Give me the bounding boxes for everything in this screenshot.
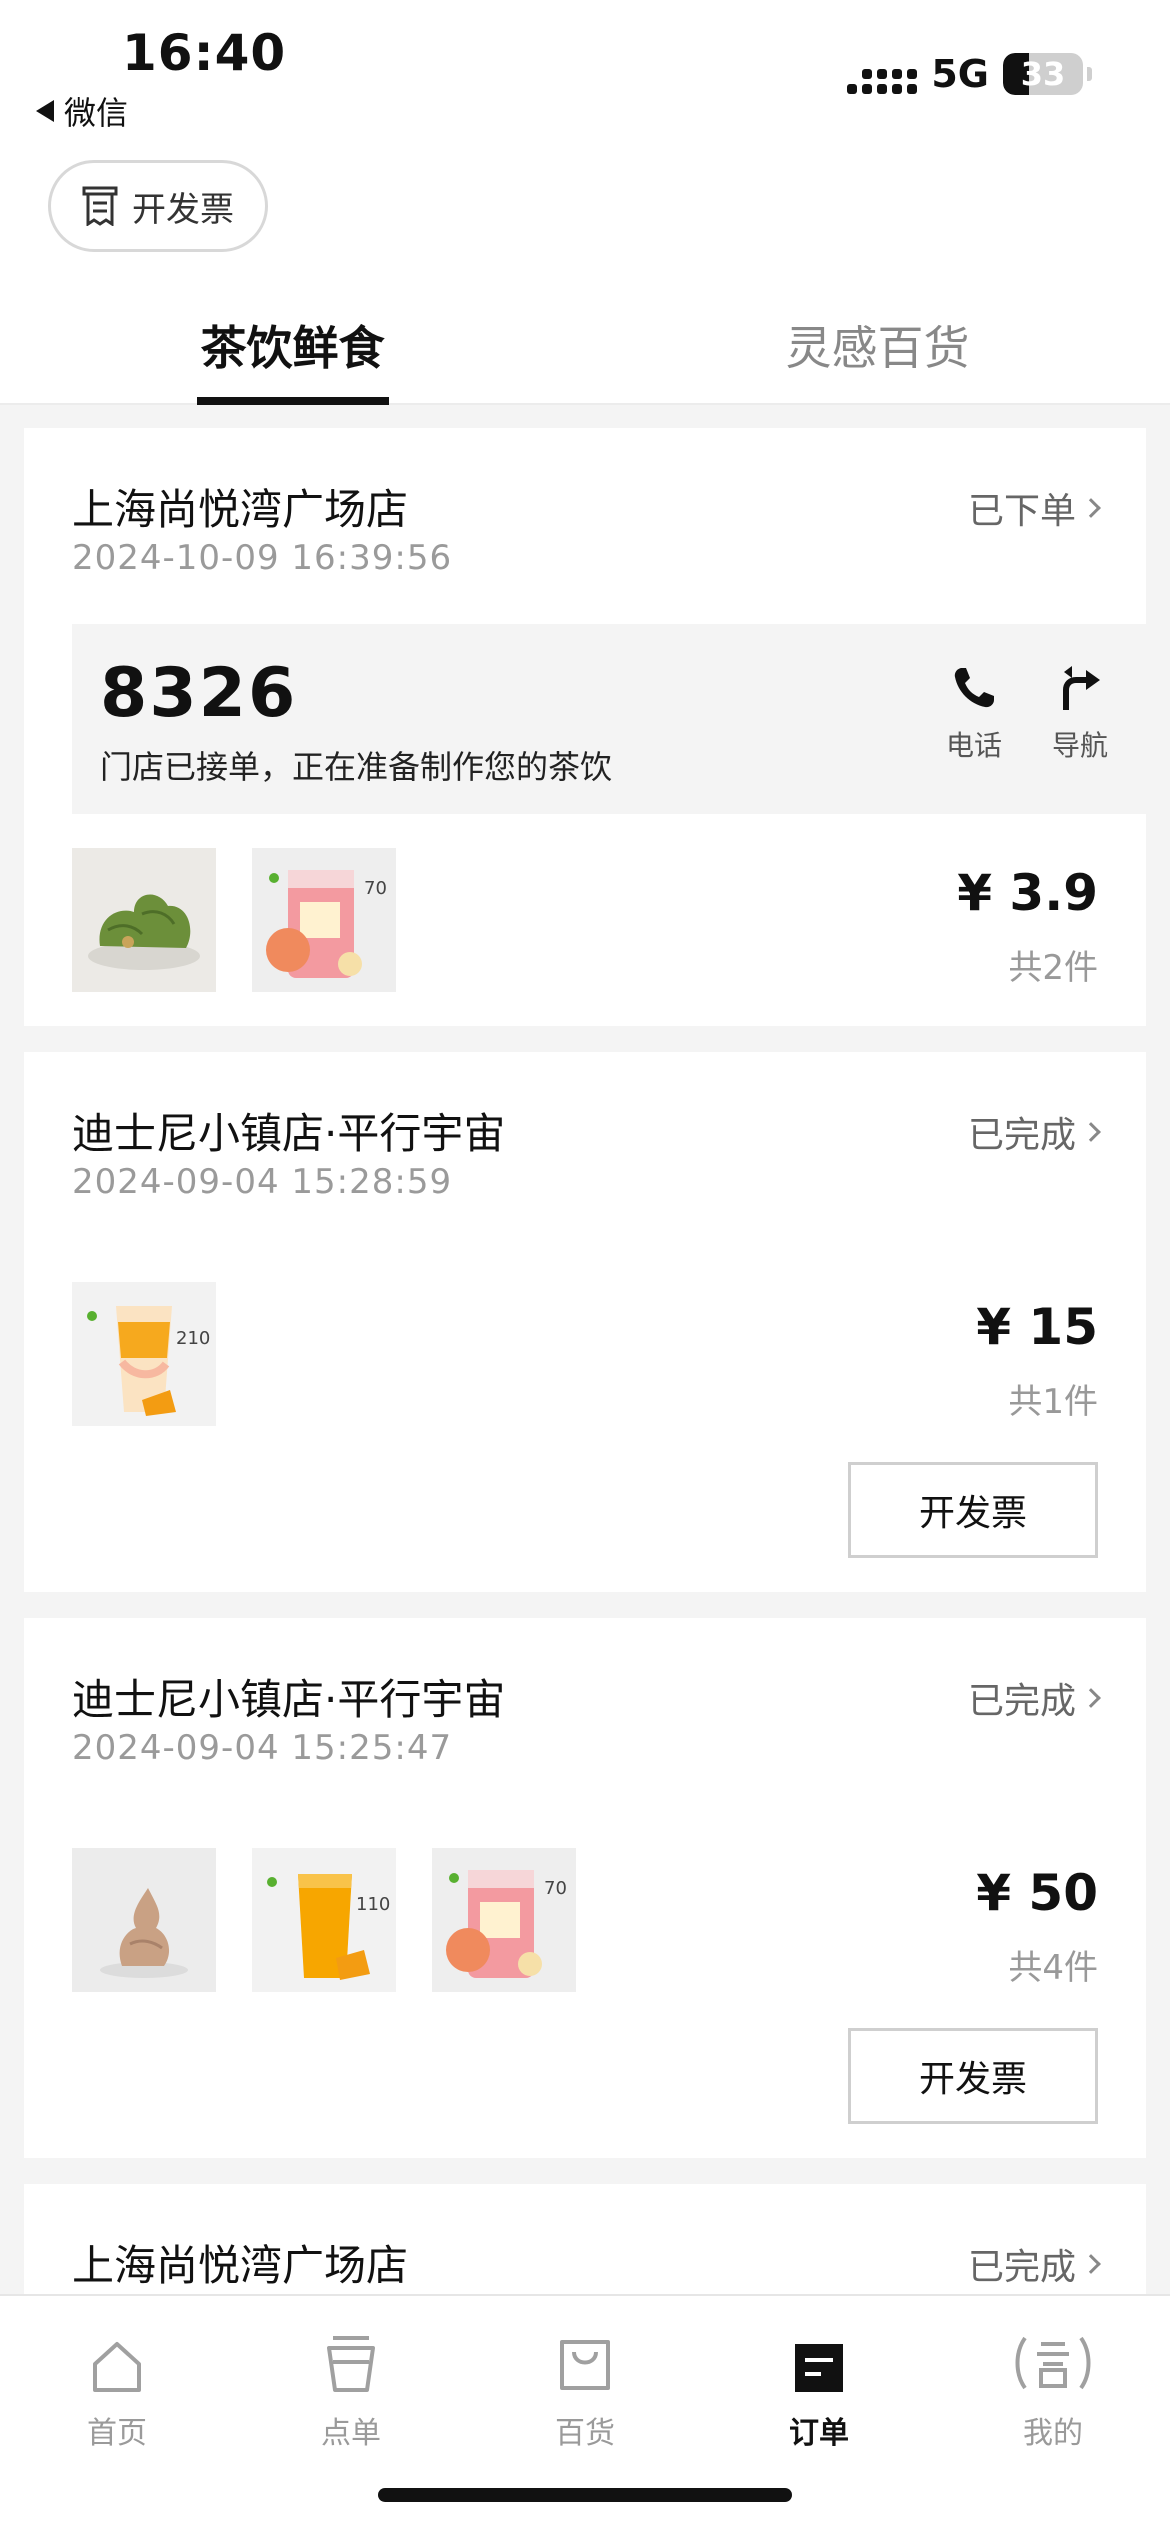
status-time: 16:40 xyxy=(122,24,287,82)
shopping-bag-icon xyxy=(560,2340,610,2390)
battery-level: 33 xyxy=(1020,55,1066,93)
tab-lifestyle-goods[interactable]: 灵感百货 xyxy=(585,300,1170,405)
order-card[interactable]: 迪士尼小镇店·平行宇宙 2024-09-04 15:28:59 已完成 210 … xyxy=(24,1052,1146,1592)
status-indicators: 5G 33 xyxy=(847,52,1092,96)
nav-profile[interactable]: 我的 xyxy=(978,2324,1128,2452)
header-invoice-button[interactable]: 开发票 xyxy=(48,160,268,252)
nav-label: 订单 xyxy=(789,2416,849,2451)
chevron-right-icon xyxy=(1081,2254,1101,2274)
order-status-label: 已完成 xyxy=(967,2247,1076,2288)
network-type: 5G xyxy=(931,52,989,96)
invoice-button[interactable]: 开发票 xyxy=(848,2028,1098,2124)
shop-name: 上海尚悦湾广场店 xyxy=(72,485,409,534)
profile-icon xyxy=(1015,2336,1091,2390)
navigation-icon xyxy=(1063,666,1100,710)
pickup-code: 8326 xyxy=(100,654,298,733)
shop-name: 上海尚悦湾广场店 xyxy=(72,2241,409,2290)
nav-label: 点单 xyxy=(321,2416,381,2451)
nav-home[interactable]: 首页 xyxy=(42,2324,192,2452)
order-status-label: 已完成 xyxy=(967,1681,1076,1722)
navigate-button[interactable]: 导航 xyxy=(1040,664,1120,764)
call-label: 电话 xyxy=(945,729,1002,762)
active-tab-underline xyxy=(197,397,389,405)
order-price: ¥ 15 xyxy=(976,1298,1098,1356)
navigate-label: 导航 xyxy=(1051,729,1108,762)
signal-icon xyxy=(847,54,918,94)
shop-name: 迪士尼小镇店·平行宇宙 xyxy=(72,1675,506,1724)
cup-icon xyxy=(327,2336,375,2392)
nav-label: 首页 xyxy=(87,2416,147,2451)
product-thumbnail-matcha-pastry xyxy=(72,848,216,992)
back-app-label: 微信 xyxy=(64,94,129,132)
phone-icon xyxy=(954,668,994,708)
item-count: 共2件 xyxy=(1008,948,1098,988)
tab-tea-food[interactable]: 茶饮鲜食 xyxy=(0,300,585,405)
order-status[interactable]: 已完成 xyxy=(967,2238,1101,2290)
category-tabs: 茶饮鲜食 灵感百货 xyxy=(0,300,1170,405)
header: 16:40 微信 5G 33 开发票 茶饮鲜食 灵感百货 xyxy=(0,0,1170,405)
product-thumbnail-peach-drink: 70 xyxy=(252,848,396,992)
product-thumbnail-chocolate-soft-serve xyxy=(72,1848,216,1992)
home-icon xyxy=(93,2342,141,2392)
order-price: ¥ 3.9 xyxy=(957,864,1098,922)
nav-order-drinks[interactable]: 点单 xyxy=(276,2324,426,2452)
chevron-right-icon xyxy=(1081,1122,1101,1142)
chevron-right-icon xyxy=(1081,1688,1101,1708)
order-status[interactable]: 已下单 xyxy=(967,482,1101,534)
home-indicator xyxy=(378,2488,792,2502)
receipt-icon xyxy=(82,186,118,226)
svg-text:70: 70 xyxy=(364,878,387,899)
order-card[interactable]: 迪士尼小镇店·平行宇宙 2024-09-04 15:25:47 已完成 110 xyxy=(24,1618,1146,2158)
back-arrow-icon xyxy=(36,100,54,122)
header-invoice-label: 开发票 xyxy=(132,189,234,230)
orders-screen: 16:40 微信 5G 33 开发票 茶饮鲜食 灵感百货 上海尚悦湾广场店 20… xyxy=(0,0,1170,2532)
tab-label: 茶饮鲜食 xyxy=(200,321,385,375)
svg-text:210: 210 xyxy=(176,1328,210,1349)
product-thumbnail-mango-juice: 110 xyxy=(252,1848,396,1992)
chevron-right-icon xyxy=(1081,498,1101,518)
shop-name: 迪士尼小镇店·平行宇宙 xyxy=(72,1109,506,1158)
back-to-app[interactable]: 微信 xyxy=(36,88,128,134)
order-status-label: 已下单 xyxy=(967,491,1076,532)
invoice-button[interactable]: 开发票 xyxy=(848,1462,1098,1558)
battery-icon: 33 xyxy=(1003,53,1083,95)
order-status[interactable]: 已完成 xyxy=(967,1672,1101,1724)
order-icon xyxy=(795,2344,843,2392)
nav-orders[interactable]: 订单 xyxy=(744,2324,894,2452)
order-time: 2024-10-09 16:39:56 xyxy=(72,538,453,578)
order-card[interactable]: 上海尚悦湾广场店 2024-10-09 16:39:56 已下单 8326 门店… xyxy=(24,428,1146,1026)
product-thumbnail-mango-drink: 210 xyxy=(72,1282,216,1426)
item-count: 共4件 xyxy=(1008,1948,1098,1988)
svg-text:70: 70 xyxy=(544,1878,567,1899)
call-button[interactable]: 电话 xyxy=(934,664,1014,764)
order-price: ¥ 50 xyxy=(976,1864,1098,1922)
pickup-message: 门店已接单，正在准备制作您的茶饮 xyxy=(100,748,613,786)
item-count: 共1件 xyxy=(1008,1382,1098,1422)
nav-goods[interactable]: 百货 xyxy=(510,2324,660,2452)
nav-label: 我的 xyxy=(1023,2416,1083,2451)
product-thumbnail-peach-drink: 70 xyxy=(432,1848,576,1992)
nav-label: 百货 xyxy=(555,2416,615,2451)
pickup-panel: 8326 门店已接单，正在准备制作您的茶饮 电话 导航 xyxy=(72,624,1146,814)
order-time: 2024-09-04 15:28:59 xyxy=(72,1162,453,1202)
order-status[interactable]: 已完成 xyxy=(967,1106,1101,1158)
tab-label: 灵感百货 xyxy=(785,321,970,375)
order-status-label: 已完成 xyxy=(967,1115,1076,1156)
order-time: 2024-09-04 15:25:47 xyxy=(72,1728,453,1768)
svg-text:110: 110 xyxy=(356,1894,390,1915)
